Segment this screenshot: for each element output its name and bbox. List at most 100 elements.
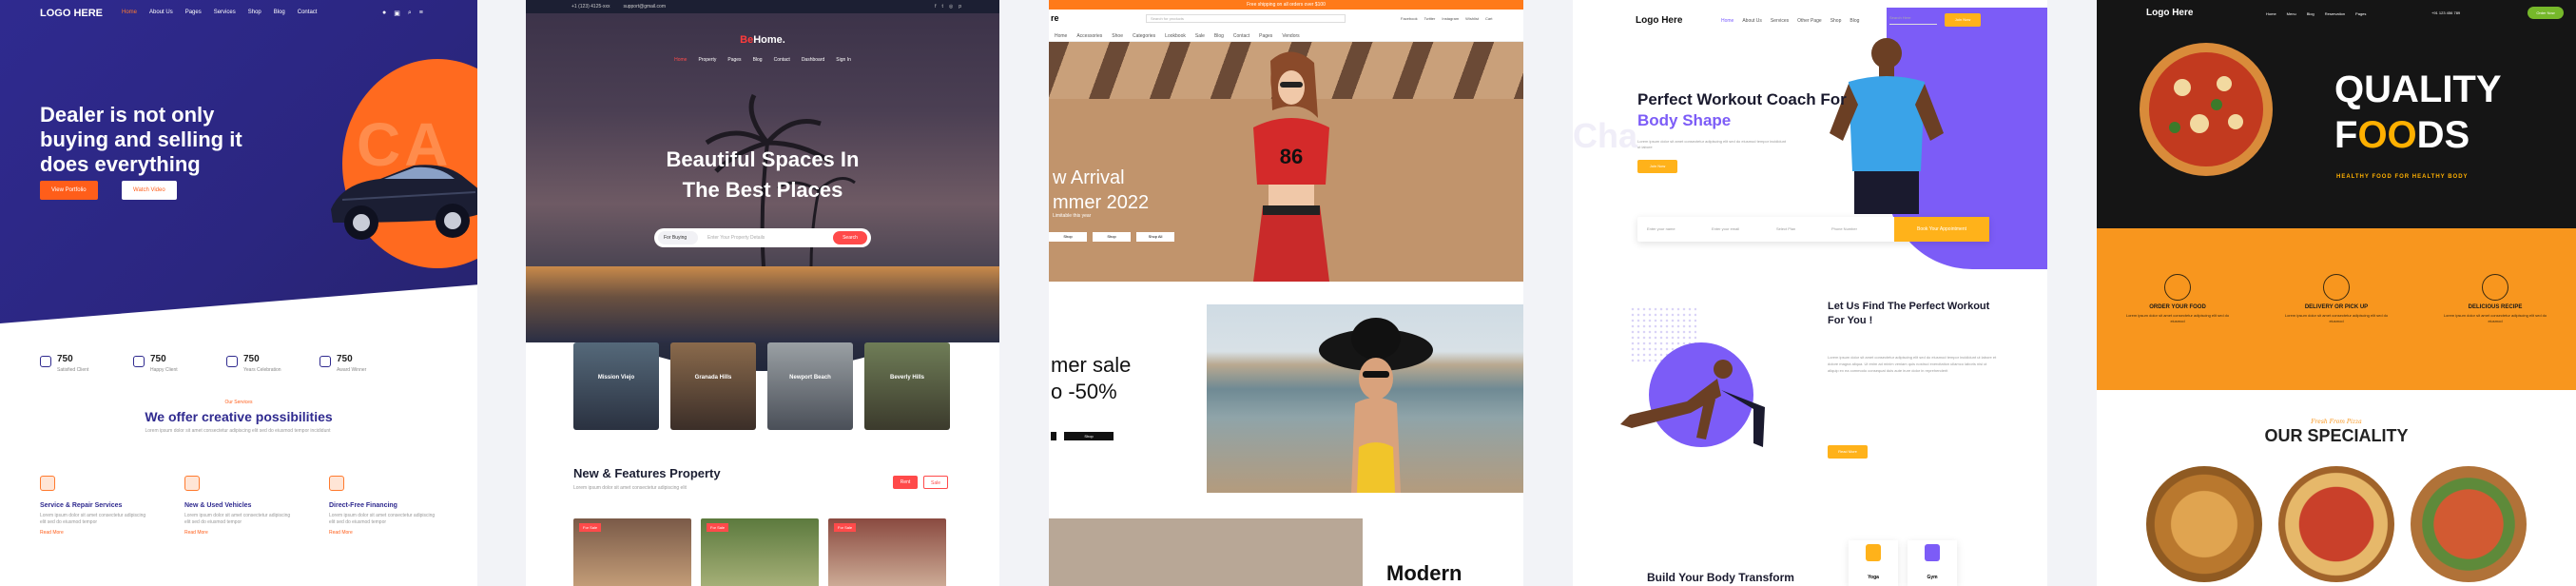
header-link[interactable]: Cart bbox=[1485, 16, 1493, 21]
search-input[interactable]: Enter Your Property Details bbox=[707, 235, 765, 241]
email-field[interactable]: Enter your email bbox=[1712, 226, 1739, 231]
menu-item[interactable]: Home bbox=[1055, 30, 1067, 41]
menu-item[interactable]: Blog bbox=[753, 57, 763, 63]
nav-item[interactable]: Menu bbox=[2287, 11, 2296, 16]
menu-item[interactable]: Sign In bbox=[836, 57, 851, 63]
twitter-icon[interactable]: t bbox=[941, 4, 942, 10]
menu-item[interactable]: Home bbox=[674, 57, 687, 63]
watch-video-button[interactable]: Watch Video bbox=[122, 181, 177, 200]
instagram-icon[interactable]: ◎ bbox=[949, 4, 953, 10]
sale-button[interactable] bbox=[1051, 432, 1056, 440]
pizza-image[interactable] bbox=[2278, 466, 2394, 582]
location-card[interactable]: Granada Hills bbox=[670, 342, 756, 430]
program-card-gym[interactable]: Gym bbox=[1908, 540, 1957, 586]
nav-item[interactable]: Other Page bbox=[1797, 18, 1822, 24]
shop-button[interactable]: Shop bbox=[1049, 232, 1087, 242]
pinterest-icon[interactable]: p bbox=[959, 4, 961, 10]
nav-item[interactable]: Home bbox=[1721, 18, 1733, 24]
phone-field[interactable]: Phone Number bbox=[1831, 226, 1857, 231]
pizza-image[interactable] bbox=[2146, 466, 2262, 582]
logo[interactable]: Logo Here bbox=[2146, 8, 2193, 18]
property-card[interactable]: For Sale bbox=[828, 518, 946, 586]
order-now-button[interactable]: Order Now bbox=[2528, 7, 2564, 19]
search-type-select[interactable]: For Buying bbox=[658, 231, 698, 244]
menu-item[interactable]: Accessories bbox=[1076, 30, 1102, 41]
header-link[interactable]: Twitter bbox=[1424, 16, 1436, 21]
nav-item[interactable]: About Us bbox=[1742, 18, 1762, 24]
nav-item[interactable]: Reservation bbox=[2325, 11, 2345, 16]
search-input[interactable]: Search Here bbox=[1889, 15, 1937, 25]
location-card[interactable]: Newport Beach bbox=[767, 342, 853, 430]
join-now-button[interactable]: Join Now bbox=[1637, 160, 1677, 173]
nav-item[interactable]: Home bbox=[122, 10, 137, 15]
service-desc: Lorem ipsum dolor sit amet consectetur a… bbox=[40, 513, 146, 525]
menu-icon[interactable]: ≡ bbox=[419, 10, 423, 17]
menu-item[interactable]: Contact bbox=[1233, 30, 1249, 41]
tab-rent[interactable]: Rent bbox=[893, 476, 918, 489]
plan-select[interactable]: Select Plan bbox=[1776, 226, 1795, 231]
program-card-yoga[interactable]: Yoga bbox=[1849, 540, 1898, 586]
view-portfolio-button[interactable]: View Portfolio bbox=[40, 181, 98, 200]
menu-item[interactable]: Pages bbox=[1259, 30, 1272, 41]
read-more-button[interactable]: Read More bbox=[1828, 445, 1868, 459]
header-link[interactable]: Instagram bbox=[1442, 16, 1459, 21]
menu-item[interactable]: Contact bbox=[774, 57, 790, 63]
property-card[interactable]: For Sale bbox=[573, 518, 691, 586]
menu-item[interactable]: Dashboard bbox=[802, 57, 824, 63]
book-appointment-button[interactable]: Book Your Appointment bbox=[1894, 217, 1989, 242]
tab-sale[interactable]: Sale bbox=[923, 476, 948, 489]
service-card[interactable]: New & Used Vehicles Lorem ipsum dolor sit… bbox=[184, 476, 291, 552]
stat-item: 750 Happy Client bbox=[133, 354, 192, 377]
nav-item[interactable]: Services bbox=[214, 10, 236, 15]
nav-item[interactable]: Blog bbox=[274, 10, 285, 15]
service-card[interactable]: Service & Repair Services Lorem ipsum dol… bbox=[40, 476, 146, 552]
facebook-icon[interactable]: f bbox=[935, 4, 936, 10]
read-more-link[interactable]: Read More bbox=[329, 530, 436, 536]
shop-button[interactable]: Shop bbox=[1093, 232, 1131, 242]
service-title: Service & Repair Services bbox=[40, 502, 123, 509]
nav-item[interactable]: Blog bbox=[1850, 18, 1859, 24]
menu-item[interactable]: Pages bbox=[727, 57, 741, 63]
top-nav: LOGO HERE Home About Us Pages Services S… bbox=[0, 8, 477, 21]
logo[interactable]: Logo Here bbox=[1636, 15, 1682, 26]
read-more-link[interactable]: Read More bbox=[184, 530, 291, 536]
menu-item[interactable]: Property bbox=[698, 57, 716, 63]
menu-item[interactable]: Categories bbox=[1133, 30, 1155, 41]
nav-item[interactable]: Shop bbox=[248, 10, 261, 15]
menu-item[interactable]: Lookbook bbox=[1165, 30, 1186, 41]
logo[interactable]: LOGO HERE bbox=[40, 8, 103, 19]
nav-item[interactable]: About Us bbox=[149, 10, 173, 15]
name-field[interactable]: Enter your name bbox=[1647, 226, 1675, 231]
service-card[interactable]: Direct-Free Financing Lorem ipsum dolor s… bbox=[329, 476, 436, 552]
nav-item[interactable]: Blog bbox=[2307, 11, 2315, 16]
feature-title: DELICIOUS RECIPE bbox=[2468, 304, 2523, 310]
nav-item[interactable]: Home bbox=[2266, 11, 2276, 16]
nav-item[interactable]: Services bbox=[1771, 18, 1789, 24]
shop-all-button[interactable]: Shop All bbox=[1136, 232, 1174, 242]
location-card[interactable]: Beverly Hills bbox=[864, 342, 950, 430]
nav-item[interactable]: Pages bbox=[185, 10, 202, 15]
nav-item[interactable]: Shop bbox=[1830, 18, 1842, 24]
location-card[interactable]: Mission Viejo bbox=[573, 342, 659, 430]
shop-button[interactable]: Shop bbox=[1064, 432, 1114, 440]
search-icon[interactable]: ⌕ bbox=[408, 10, 412, 17]
nav-item[interactable]: Contact bbox=[298, 10, 318, 15]
menu-item[interactable]: Vendors bbox=[1282, 30, 1299, 41]
read-more-link[interactable]: Read More bbox=[40, 530, 146, 536]
feature-item: DELICIOUS RECIPE Lorem ipsum dolor sit am… bbox=[2438, 274, 2552, 324]
nav-item[interactable]: Pages bbox=[2355, 11, 2366, 16]
search-button[interactable]: Search bbox=[833, 231, 867, 244]
property-card[interactable]: For Sale bbox=[701, 518, 819, 586]
menu-item[interactable]: Sale bbox=[1195, 30, 1205, 41]
cart-icon[interactable]: ▣ bbox=[394, 10, 400, 17]
flag-icon[interactable]: ● bbox=[382, 10, 386, 17]
pizza-image[interactable] bbox=[2411, 466, 2527, 582]
header-link[interactable]: Wishlist bbox=[1465, 16, 1479, 21]
menu-item[interactable]: Blog bbox=[1214, 30, 1224, 41]
search-input[interactable]: Search for products bbox=[1146, 14, 1346, 23]
logo[interactable]: re bbox=[1051, 13, 1059, 23]
join-now-button[interactable]: Join Now bbox=[1945, 13, 1981, 27]
menu-item[interactable]: Shoe bbox=[1112, 30, 1123, 41]
logo[interactable]: BeHome. bbox=[526, 34, 999, 46]
header-link[interactable]: Facebook bbox=[1401, 16, 1418, 21]
